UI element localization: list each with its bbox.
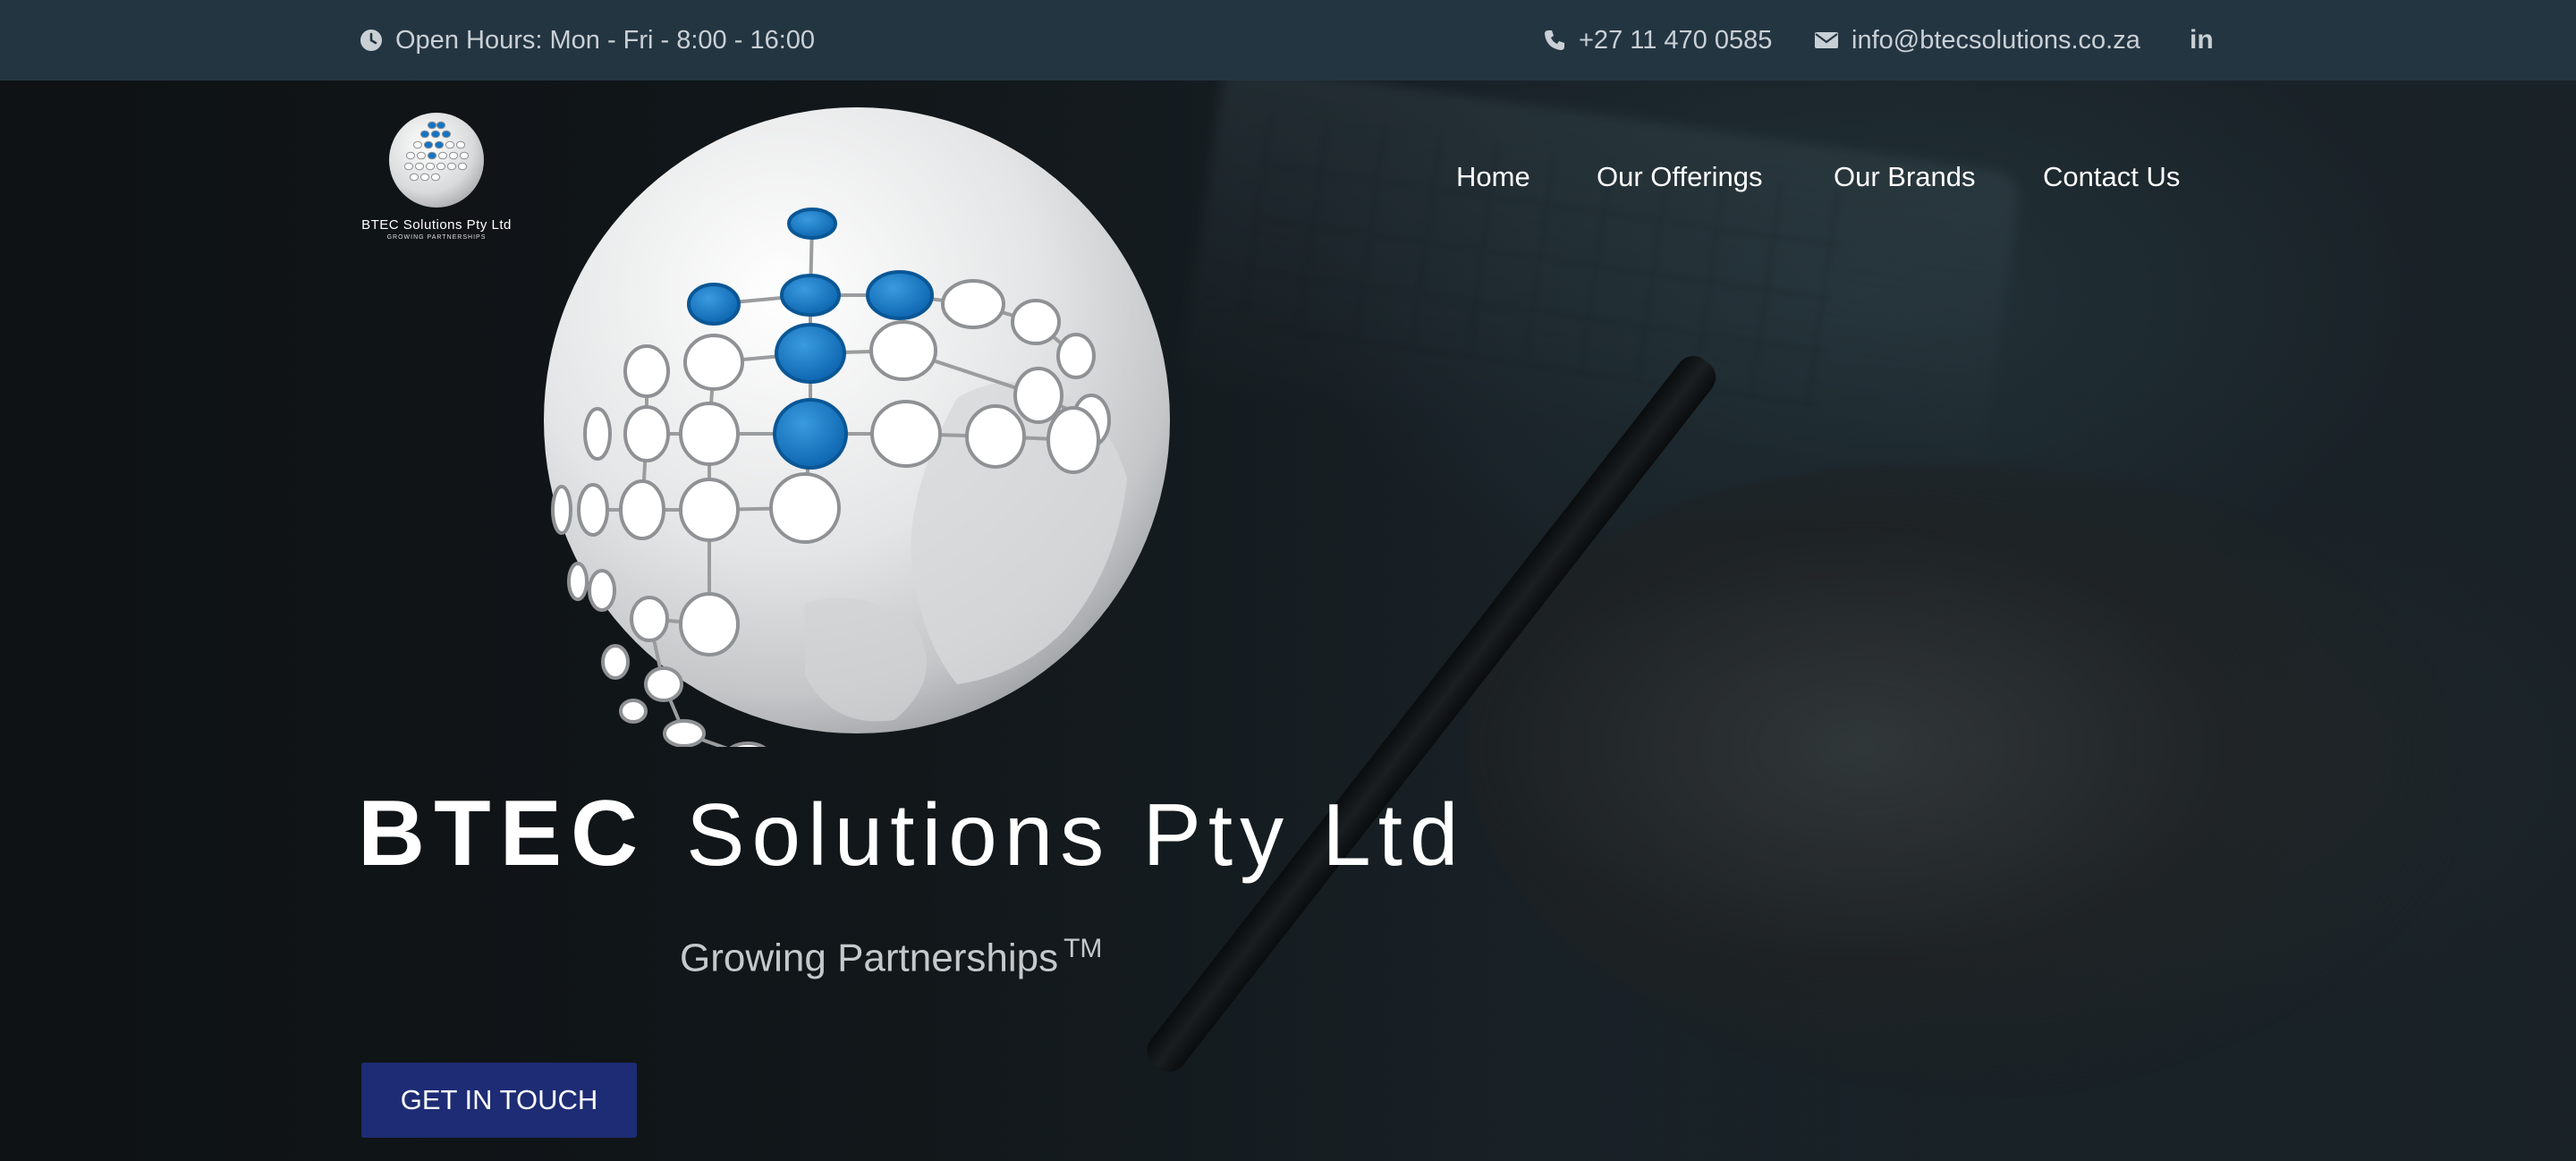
logo-dot: [409, 173, 419, 182]
phone-icon: [1545, 30, 1564, 50]
network-node: [630, 596, 669, 642]
network-node: [583, 407, 612, 461]
email-text[interactable]: info@btecsolutions.co.za: [1852, 26, 2140, 55]
nav-home[interactable]: Home: [1456, 161, 1530, 193]
hero-title-brand: BTEC: [358, 782, 648, 886]
network-node: [567, 562, 589, 601]
network-node: [683, 334, 744, 391]
background-shade: [0, 81, 2576, 1161]
network-node: [644, 666, 683, 702]
logo-tagline: GROWING PARTNERSHIPS: [386, 234, 487, 241]
network-node: [623, 405, 670, 462]
logo-dot: [414, 162, 425, 171]
logo-dot: [403, 162, 414, 171]
network-node: [965, 404, 1026, 469]
logo-dot: [425, 162, 436, 171]
logo-dot: [412, 140, 423, 149]
hero-tagline-text: Growing Partnerships: [680, 936, 1059, 980]
site-logo[interactable]: BTEC Solutions Pty Ltd GROWING PARTNERSH…: [360, 111, 513, 241]
logo-dot: [436, 162, 446, 171]
network-node: [551, 485, 572, 535]
phone-text[interactable]: +27 11 470 0585: [1579, 26, 1772, 55]
network-node: [869, 320, 937, 381]
logo-dot: [427, 121, 437, 130]
logo-globe-icon: [389, 113, 484, 208]
logo-dot: [419, 173, 430, 182]
logo-dot: [405, 151, 416, 160]
network-node: [1011, 299, 1061, 345]
top-info-bar: Open Hours: Mon - Fri - 8:00 - 16:00 +27…: [0, 0, 2576, 81]
clock-icon: [360, 30, 382, 51]
network-node: [866, 270, 934, 320]
network-node: [787, 208, 837, 240]
network-node: [769, 472, 841, 544]
network-node: [773, 398, 848, 470]
network-node: [588, 569, 616, 612]
network-node: [1046, 406, 1100, 474]
network-node: [663, 719, 706, 747]
logo-dot: [423, 140, 434, 149]
globe-graphic: [544, 107, 1170, 747]
logo-dot: [430, 173, 441, 182]
network-node: [775, 323, 846, 384]
network-node: [679, 478, 740, 542]
logo-dot: [436, 121, 446, 130]
get-in-touch-button[interactable]: GET IN TOUCH: [361, 1063, 637, 1138]
logo-dot: [448, 151, 459, 160]
logo-dot: [430, 130, 441, 139]
open-hours-text: Open Hours: Mon - Fri - 8:00 - 16:00: [395, 25, 816, 55]
logo-dot: [419, 130, 430, 139]
logo-dot: [437, 151, 448, 160]
logo-dot: [459, 151, 470, 160]
network-node: [780, 274, 841, 317]
network-node: [941, 279, 1005, 329]
network-node: [577, 483, 609, 537]
logo-name: BTEC Solutions Pty Ltd: [361, 217, 512, 233]
network-node: [601, 644, 630, 680]
network-node: [619, 699, 648, 724]
email-link[interactable]: info@btecsolutions.co.za: [1814, 0, 2140, 81]
logo-dot: [427, 151, 437, 160]
envelope-icon: [1815, 32, 1838, 48]
hero-title: BTEC Solutions Pty Ltd: [358, 787, 1466, 880]
linkedin-icon[interactable]: in: [2190, 0, 2214, 81]
hero-title-rest: Solutions Pty Ltd: [686, 785, 1466, 884]
logo-dot: [446, 162, 457, 171]
linkedin-glyph[interactable]: in: [2190, 25, 2214, 55]
logo-dot: [445, 140, 455, 149]
phone-link[interactable]: +27 11 470 0585: [1543, 0, 1772, 81]
logo-dot: [434, 140, 445, 149]
logo-dot: [457, 162, 468, 171]
network-node: [729, 742, 767, 747]
network-node: [1056, 333, 1096, 379]
network-node: [679, 402, 740, 466]
network-node: [619, 479, 665, 540]
nav-our-offerings[interactable]: Our Offerings: [1597, 161, 1763, 193]
logo-dot: [416, 151, 427, 160]
network-node: [870, 400, 942, 468]
logo-dot: [441, 130, 452, 139]
hero-tagline: Growing Partnerships TM: [680, 934, 1102, 981]
logo-dot: [455, 140, 466, 149]
network-node: [623, 344, 670, 398]
network-node: [679, 592, 740, 657]
open-hours: Open Hours: Mon - Fri - 8:00 - 16:00: [360, 0, 815, 81]
nav-contact-us[interactable]: Contact Us: [2043, 161, 2180, 193]
trademark-mark: TM: [1063, 934, 1103, 963]
network-node: [687, 283, 741, 326]
hero-section: [0, 81, 2576, 1161]
nav-our-brands[interactable]: Our Brands: [1834, 161, 1976, 193]
network-node: [1013, 367, 1063, 424]
